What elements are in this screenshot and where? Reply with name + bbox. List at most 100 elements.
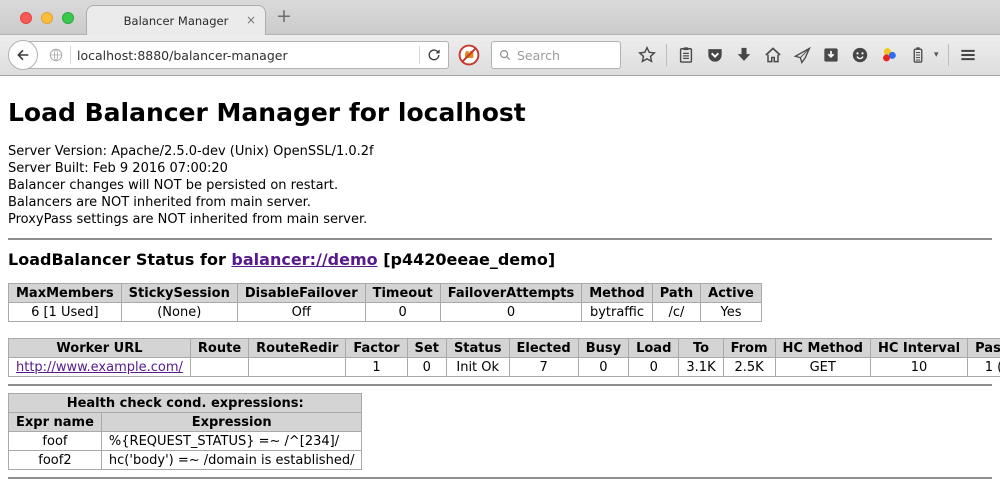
col-header: Expression [101, 413, 362, 432]
worker-url-link[interactable]: http://www.example.com/ [16, 360, 183, 375]
close-window-button[interactable] [20, 12, 32, 24]
col-header: Path [652, 284, 700, 303]
ext-colored-dots-icon[interactable] [879, 45, 899, 65]
col-header: DisableFailover [237, 284, 365, 303]
col-header: Route [190, 339, 248, 358]
search-bar[interactable] [491, 41, 621, 69]
worker-status-table: Worker URL Route RouteRedir Factor Set S… [8, 338, 1000, 377]
table-cell: 3.1K [679, 358, 723, 377]
col-header: To [679, 339, 723, 358]
server-info: Server Version: Apache/2.5.0-dev (Unix) … [8, 143, 992, 228]
tab-title: Balancer Manager [124, 14, 229, 28]
table-cell: 6 [1 Used] [9, 303, 122, 322]
expr-cell: %{REQUEST_STATUS} =~ /^[234]/ [101, 432, 362, 451]
server-built-line: Server Built: Feb 9 2016 07:00:20 [8, 160, 992, 177]
balancer-demo-link[interactable]: balancer://demo [231, 250, 377, 269]
table-cell: 0 [629, 358, 679, 377]
url-text[interactable]: localhost:8880/balancer-manager [77, 48, 413, 63]
table-header-row: Worker URL Route RouteRedir Factor Set S… [9, 339, 1000, 358]
ext-battery-icon[interactable] [908, 45, 928, 65]
heading-suffix: [p4420eeae_demo] [378, 250, 556, 269]
url-bar[interactable]: localhost:8880/balancer-manager [23, 41, 449, 69]
worker-url-cell: http://www.example.com/ [9, 358, 191, 377]
window-controls [20, 12, 74, 24]
send-tab-icon[interactable] [792, 45, 812, 65]
window-titlebar: Balancer Manager × + [0, 0, 1000, 35]
col-header: Factor [346, 339, 407, 358]
table-cell: 10 [870, 358, 967, 377]
browser-tab[interactable]: Balancer Manager × [86, 5, 266, 36]
col-header: Timeout [365, 284, 440, 303]
table-cell: GET [775, 358, 870, 377]
back-button[interactable] [8, 40, 38, 70]
server-version-line: Server Version: Apache/2.5.0-dev (Unix) … [8, 143, 992, 160]
table-row: http://www.example.com/ 1 0 Init Ok 7 0 … [9, 358, 1000, 377]
browser-toolbar: localhost:8880/balancer-manager [0, 35, 1000, 76]
overflow-caret-icon[interactable]: ▾ [934, 50, 939, 60]
table-cell [249, 358, 346, 377]
globe-icon [48, 47, 64, 63]
tab-close-icon[interactable]: × [246, 13, 256, 27]
col-header: Passes [968, 339, 1000, 358]
heading-prefix: LoadBalancer Status for [8, 250, 231, 269]
search-icon [498, 48, 512, 62]
section-divider [8, 238, 992, 240]
section-divider [8, 384, 992, 386]
ext-square-download-icon[interactable] [821, 45, 841, 65]
page-content: Load Balancer Manager for localhost Serv… [0, 76, 1000, 479]
table-title-row: Health check cond. expressions: [9, 394, 362, 413]
urlbar-divider [70, 46, 71, 64]
minimize-window-button[interactable] [41, 12, 53, 24]
pocket-icon[interactable] [705, 45, 725, 65]
reload-icon[interactable] [426, 47, 442, 63]
back-icon [15, 47, 31, 63]
col-header: MaxMembers [9, 284, 122, 303]
table-row: 6 [1 Used] (None) Off 0 0 bytraffic /c/ … [9, 303, 762, 322]
reading-list-icon[interactable] [676, 45, 696, 65]
col-header: Set [407, 339, 446, 358]
zoom-window-button[interactable] [62, 12, 74, 24]
table-cell: Off [237, 303, 365, 322]
plugin-blocked-icon[interactable] [457, 43, 481, 67]
new-tab-button[interactable]: + [276, 5, 292, 27]
col-header: HC Interval [870, 339, 967, 358]
notice-line: ProxyPass settings are NOT inherited fro… [8, 211, 992, 228]
col-header: Elected [509, 339, 578, 358]
table-cell: /c/ [652, 303, 700, 322]
col-header: Expr name [9, 413, 102, 432]
expr-cell: hc('body') =~ /domain is established/ [101, 451, 362, 470]
balancer-status-heading: LoadBalancer Status for balancer://demo … [8, 250, 992, 269]
table-cell: Yes [701, 303, 762, 322]
table-cell: 0 [440, 303, 582, 322]
table-cell: 0 [578, 358, 628, 377]
hamburger-menu-icon[interactable] [958, 45, 978, 65]
table-row: foof2 hc('body') =~ /domain is establish… [9, 451, 362, 470]
toolbar-divider [948, 44, 949, 66]
home-icon[interactable] [763, 45, 783, 65]
toolbar-icons: ▾ [637, 44, 1000, 66]
col-header: Active [701, 284, 762, 303]
expr-name-cell: foof2 [9, 451, 102, 470]
table-header-row: Expr name Expression [9, 413, 362, 432]
health-table-title: Health check cond. expressions: [9, 394, 362, 413]
search-input[interactable] [517, 48, 607, 63]
table-cell: 1 [346, 358, 407, 377]
col-header: Method [582, 284, 652, 303]
table-cell: 0 [407, 358, 446, 377]
balancer-settings-table: MaxMembers StickySession DisableFailover… [8, 283, 762, 322]
table-cell: 7 [509, 358, 578, 377]
expr-name-cell: foof [9, 432, 102, 451]
table-cell: bytraffic [582, 303, 652, 322]
download-icon[interactable] [734, 45, 754, 65]
table-header-row: MaxMembers StickySession DisableFailover… [9, 284, 762, 303]
col-header: HC Method [775, 339, 870, 358]
toolbar-divider [666, 44, 667, 66]
col-header: From [723, 339, 775, 358]
health-check-table: Health check cond. expressions: Expr nam… [8, 393, 362, 470]
bookmark-star-icon[interactable] [637, 45, 657, 65]
ext-smiley-icon[interactable] [850, 45, 870, 65]
col-header: Status [446, 339, 509, 358]
section-divider [8, 477, 992, 479]
notice-line: Balancers are NOT inherited from main se… [8, 194, 992, 211]
urlbar-divider [419, 46, 420, 64]
